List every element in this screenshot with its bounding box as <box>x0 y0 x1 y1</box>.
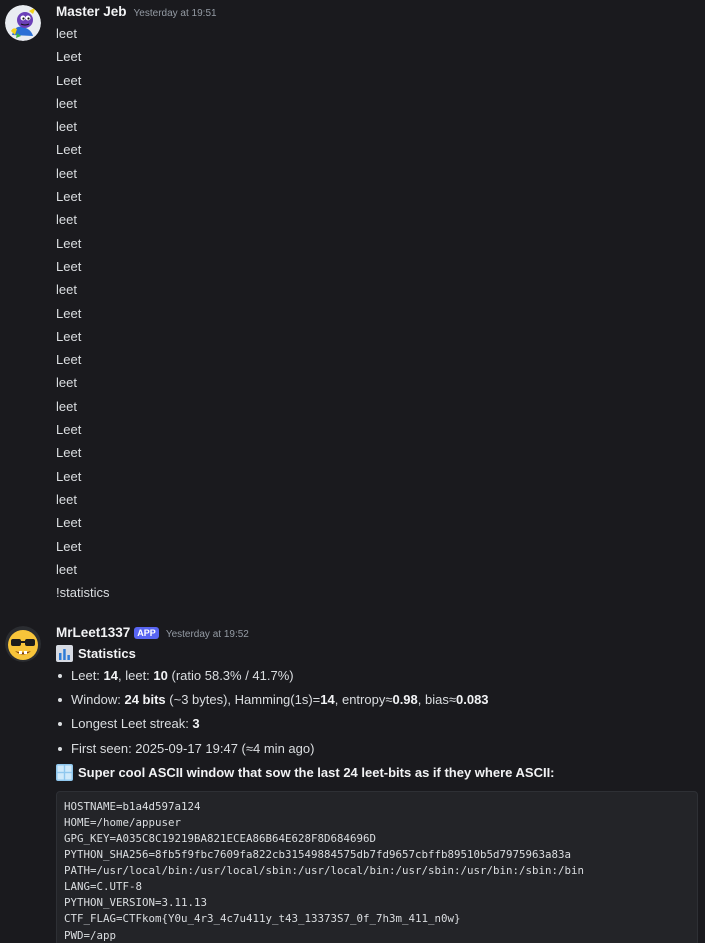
stats-text: , leet: <box>118 668 154 683</box>
stats-item: First seen: 2025-09-17 19:47 (≈4 min ago… <box>56 737 705 761</box>
code-line: CTF_FLAG=CTFkom{Y0u_4r3_4c7u411y_t43_133… <box>64 912 461 926</box>
stats-value: 0.083 <box>456 692 489 708</box>
stats-text: (ratio 58.3% / 41.7%) <box>167 668 294 683</box>
code-line: PWD=/app <box>64 928 117 942</box>
stats-value: 24 bits <box>124 692 166 708</box>
message-line: leet <box>56 119 77 135</box>
message-line: leet <box>56 561 77 577</box>
message-line: Leet <box>56 258 82 274</box>
message-line: Leet <box>56 49 82 65</box>
stats-title: Statistics <box>78 645 136 661</box>
stats-text: Longest Leet streak: <box>71 716 193 732</box>
window-title: Super cool ASCII window that sow the las… <box>78 765 555 781</box>
message-mrleet1337: MrLeet1337 APP Yesterday at 19:52 Statis… <box>0 624 705 943</box>
message-line: Leet <box>56 422 82 438</box>
message-line: !statistics <box>56 585 110 601</box>
stats-text: Window: <box>71 692 125 708</box>
message-line: leet <box>56 212 77 228</box>
bullet-icon <box>58 746 62 751</box>
stats-value: 3 <box>192 716 200 732</box>
code-line: HOME=/home/appuser <box>64 815 182 829</box>
message-line: leet <box>56 26 77 41</box>
nerd-face-sunglasses-icon[interactable] <box>5 626 41 662</box>
stats-text: First seen: 2025-09-17 19:47 (≈4 min ago… <box>71 740 315 756</box>
stats-heading: Statistics <box>56 642 705 664</box>
message-line: leet <box>56 282 77 298</box>
message-line: Leet <box>56 189 82 205</box>
message-line: Leet <box>56 142 82 158</box>
code-line: LANG=C.UTF-8 <box>64 880 143 894</box>
stats-text: , bias≈ <box>417 692 456 708</box>
code-line: PATH=/usr/local/bin:/usr/local/sbin:/usr… <box>64 864 585 878</box>
code-block[interactable]: HOSTNAME=b1a4d597a124 HOME=/home/appuser G… <box>56 790 698 943</box>
stats-value: 10 <box>153 668 168 683</box>
message-master-jeb: Master Jeb Yesterday at 19:51 leet Leet Le… <box>0 0 705 610</box>
message-line: Leet <box>56 538 82 554</box>
bot-message-body: Statistics Leet: 14, leet: 10 (ratio 58.… <box>56 642 705 943</box>
message-line: leet <box>56 398 77 414</box>
stats-value: 0.98 <box>392 692 418 708</box>
cartoon-avatar-icon[interactable] <box>5 5 41 41</box>
code-line: PYTHON_SHA256=8fb5f9fbc7609fa822cb315498… <box>64 848 572 862</box>
timestamp: Yesterday at 19:51 <box>133 8 217 19</box>
stats-item: Longest Leet streak: 3 <box>56 712 705 736</box>
timestamp: Yesterday at 19:52 <box>165 629 249 640</box>
code-line: PYTHON_VERSION=3.11.13 <box>64 896 208 910</box>
stats-item: Window: 24 bits (~3 bytes), Hamming(1s)=… <box>56 688 705 712</box>
message-lines: leet Leet Leet leet leet Leet leet Leet leet Leet… <box>56 22 109 604</box>
bullet-icon <box>58 698 62 703</box>
stats-list: Leet: 14, leet: 10 (ratio 58.3% / 41.7%)… <box>56 664 705 761</box>
code-line: GPG_KEY=A035C8C19219BA821ECEA86B64E628F8… <box>64 831 377 845</box>
bullet-icon <box>58 674 62 678</box>
stats-item: Leet: 14, leet: 10 (ratio 58.3% / 41.7%) <box>56 664 705 688</box>
window-heading: Super cool ASCII window that sow the las… <box>56 761 705 785</box>
stats-text: Leet: <box>71 668 104 683</box>
stats-text: (~3 bytes), Hamming(1s)= <box>165 692 321 708</box>
message-header: MrLeet1337 APP Yesterday at 19:52 <box>56 625 249 643</box>
message-line: leet <box>56 375 77 391</box>
stats-value: 14 <box>103 668 118 683</box>
message-line: Leet <box>56 72 82 88</box>
message-line: Leet <box>56 468 82 484</box>
window-icon <box>56 764 73 782</box>
message-line: leet <box>56 491 77 507</box>
code-line: HOSTNAME=b1a4d597a124 <box>64 799 201 813</box>
message-line: Leet <box>56 305 82 321</box>
message-line: Leet <box>56 235 82 251</box>
message-line: Leet <box>56 328 82 344</box>
message-line: Leet <box>56 445 82 461</box>
message-line: Leet <box>56 352 82 368</box>
username[interactable]: Master Jeb <box>56 4 127 19</box>
message-line: leet <box>56 95 77 111</box>
bar-chart-icon <box>56 644 73 662</box>
username[interactable]: MrLeet1337 <box>56 625 130 640</box>
message-header: Master Jeb Yesterday at 19:51 <box>56 4 217 22</box>
message-line: leet <box>56 165 77 181</box>
bullet-icon <box>58 722 62 727</box>
chat-log: Master Jeb Yesterday at 19:51 leet Leet Le… <box>0 0 705 943</box>
stats-text: , entropy≈ <box>334 692 393 708</box>
app-badge: APP <box>134 627 159 639</box>
message-line: Leet <box>56 515 82 531</box>
stats-value: 14 <box>320 692 335 708</box>
